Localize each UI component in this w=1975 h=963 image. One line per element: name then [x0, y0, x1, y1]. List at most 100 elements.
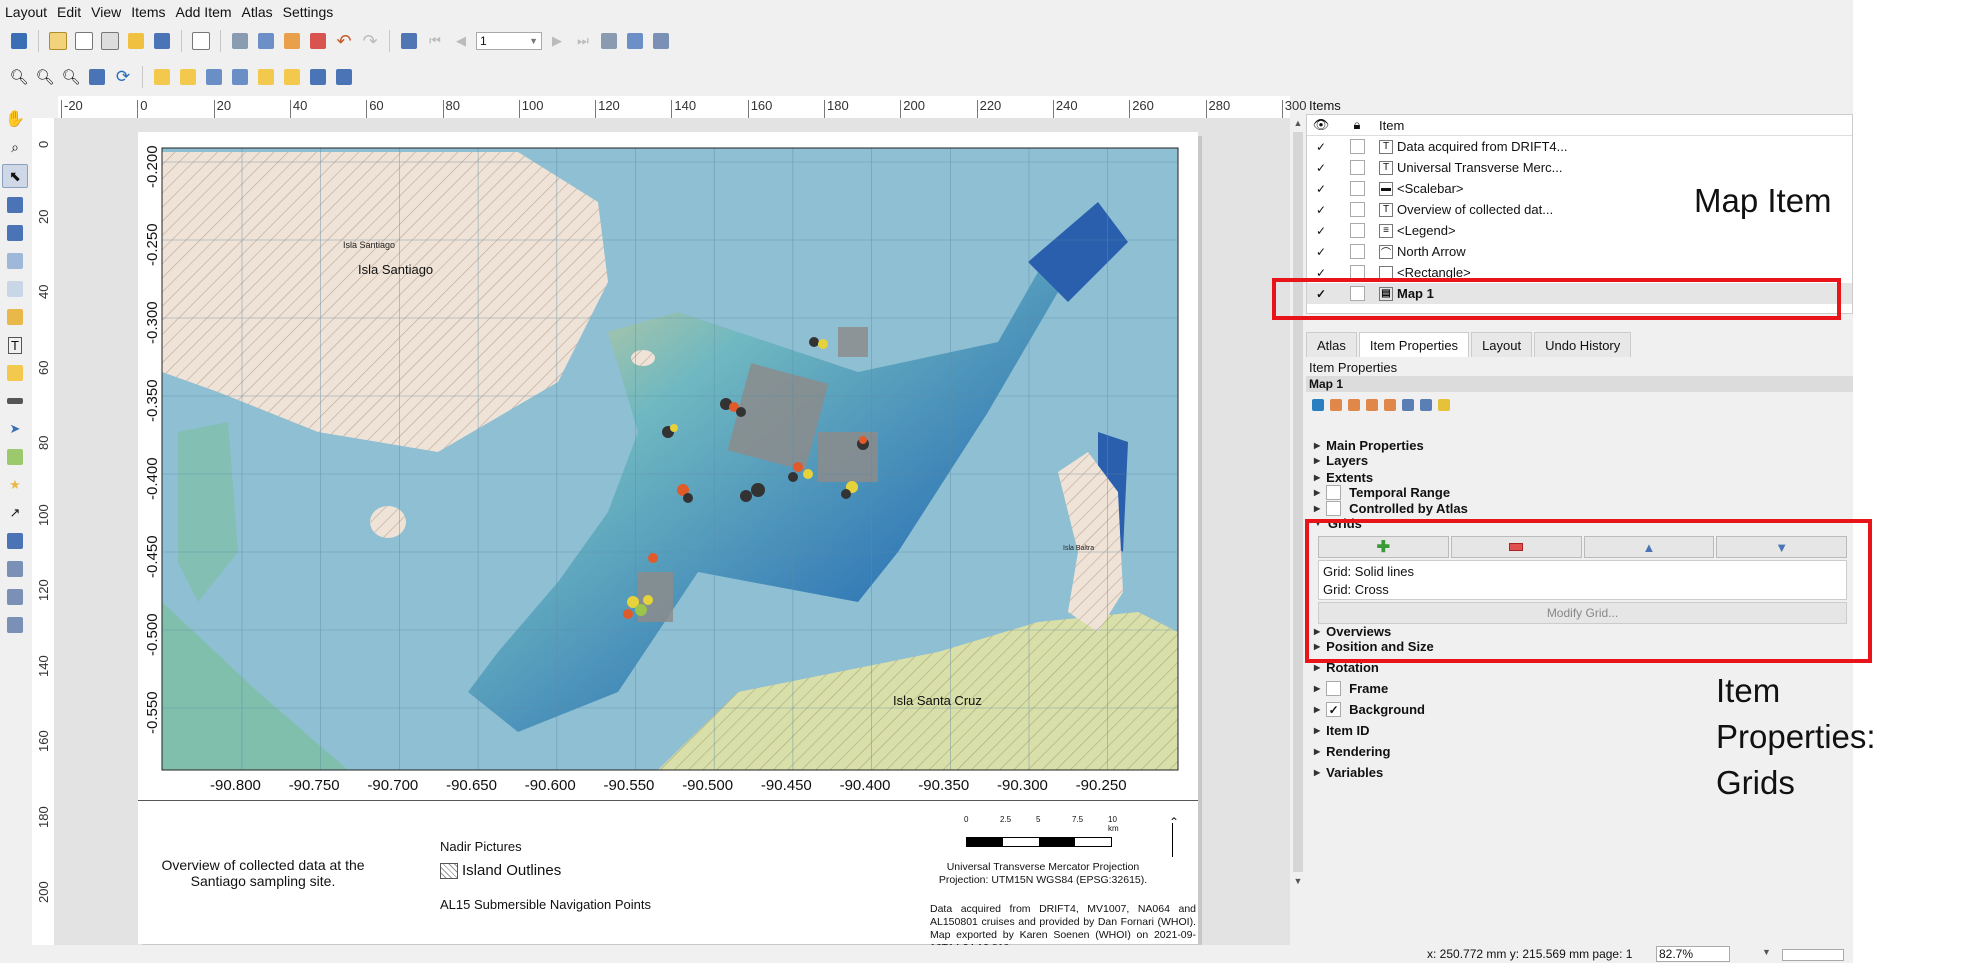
temporal-checkbox[interactable] — [1326, 485, 1342, 500]
layout-canvas[interactable]: Isla Santiago Isla Santiago Isla Baltra … — [54, 118, 1290, 954]
check-icon[interactable]: ✓ — [1315, 203, 1328, 216]
ungroup-icon[interactable] — [177, 66, 199, 88]
align-icon[interactable] — [281, 66, 303, 88]
lock-checkbox[interactable] — [1349, 244, 1365, 259]
add-3dmap-icon[interactable] — [3, 278, 27, 300]
item-row[interactable]: ✓ T Data acquired from DRIFT4... — [1307, 136, 1852, 157]
scroll-down-icon[interactable]: ▼ — [1290, 876, 1306, 886]
lock-checkbox[interactable] — [1349, 160, 1365, 175]
lock-toggle[interactable] — [1335, 160, 1379, 175]
zoom-full-icon[interactable] — [86, 66, 108, 88]
first-feature-icon[interactable]: ⏮ — [424, 30, 446, 52]
raise-icon[interactable] — [255, 66, 277, 88]
save-icon[interactable] — [8, 30, 30, 52]
add-attribute-table-icon[interactable] — [3, 586, 27, 608]
lock-toggle[interactable] — [1335, 202, 1379, 217]
layout-page[interactable]: Isla Santiago Isla Santiago Isla Baltra … — [138, 132, 1198, 954]
edit-nodes-icon[interactable] — [3, 222, 27, 244]
move-content-icon[interactable] — [3, 194, 27, 216]
zoom-content-icon[interactable] — [1420, 399, 1432, 411]
add-label-icon[interactable]: T — [3, 334, 27, 356]
redo-icon[interactable]: ↷ — [359, 30, 381, 52]
set-scale-icon[interactable] — [1366, 399, 1378, 411]
zoom-dropdown-icon[interactable]: ▼ — [1762, 947, 1771, 957]
add-html-icon[interactable] — [3, 558, 27, 580]
zoom-level[interactable]: 82.7% — [1656, 946, 1731, 962]
menu-atlas[interactable]: Atlas — [237, 4, 278, 20]
update-preview-icon[interactable] — [1312, 399, 1324, 411]
check-icon[interactable]: ✓ — [1315, 161, 1328, 174]
menu-settings[interactable]: Settings — [278, 4, 339, 20]
item-row[interactable]: ✓ ⌒ North Arrow — [1307, 241, 1852, 262]
refresh-icon[interactable]: ⟳ — [112, 66, 134, 88]
atlas-print-icon[interactable] — [598, 30, 620, 52]
add-scalebar-icon[interactable] — [3, 390, 27, 412]
item-column-header[interactable]: Item — [1379, 118, 1404, 133]
select-tool-icon[interactable]: ⬉ — [2, 164, 28, 188]
save-template-icon[interactable] — [151, 30, 173, 52]
add-arrow-icon[interactable]: ↗ — [3, 502, 27, 524]
check-icon[interactable]: ✓ — [1315, 140, 1328, 153]
menu-add-item[interactable]: Add Item — [171, 4, 237, 20]
check-icon[interactable]: ✓ — [1315, 245, 1328, 258]
add-fixed-table-icon[interactable] — [3, 614, 27, 636]
lock-header-icon[interactable]: 🔒︎ — [1335, 117, 1379, 133]
tab-atlas[interactable]: Atlas — [1306, 332, 1357, 357]
group-icon[interactable] — [151, 66, 173, 88]
export-pdf-icon[interactable] — [307, 30, 329, 52]
atlas-export-icon[interactable] — [624, 30, 646, 52]
zoom-in-icon[interactable]: 🔍︎ — [8, 66, 30, 88]
visibility-toggle[interactable]: ✓ — [1307, 203, 1335, 216]
add-pages-icon[interactable] — [190, 30, 212, 52]
background-checkbox[interactable]: ✓ — [1326, 702, 1342, 717]
move-content-icon[interactable] — [1402, 399, 1414, 411]
atlas-preview-icon[interactable] — [398, 30, 420, 52]
view-scale-icon[interactable] — [1384, 399, 1396, 411]
next-feature-icon[interactable]: ▶ — [546, 30, 568, 52]
section-frame[interactable]: ▶ Frame — [1314, 681, 1388, 696]
check-icon[interactable]: ✓ — [1315, 182, 1328, 195]
map-item[interactable]: Isla Santiago Isla Santiago Isla Baltra … — [138, 132, 1198, 800]
add-marker-icon[interactable]: ★ — [3, 474, 27, 496]
last-feature-icon[interactable]: ⏭ — [572, 30, 594, 52]
menu-items[interactable]: Items — [126, 4, 170, 20]
add-legend-icon[interactable] — [3, 362, 27, 384]
lock-checkbox[interactable] — [1349, 223, 1365, 238]
menu-view[interactable]: View — [86, 4, 126, 20]
layout-manager-icon[interactable] — [99, 30, 121, 52]
lock-toggle[interactable] — [1335, 181, 1379, 196]
section-layers[interactable]: ▶ Layers — [1314, 453, 1368, 468]
export-svg-icon[interactable] — [281, 30, 303, 52]
lock-checkbox[interactable] — [1349, 202, 1365, 217]
atlas-checkbox[interactable] — [1326, 501, 1342, 516]
section-extents[interactable]: ▶ Extents — [1314, 470, 1373, 485]
section-rendering[interactable]: ▶ Rendering — [1314, 744, 1390, 759]
lock-icon[interactable] — [203, 66, 225, 88]
section-controlled-by-atlas[interactable]: ▶ Controlled by Atlas — [1314, 501, 1468, 516]
undo-icon[interactable]: ↶ — [333, 30, 355, 52]
zoom-slider[interactable] — [1782, 949, 1844, 961]
section-variables[interactable]: ▶ Variables — [1314, 765, 1383, 780]
new-layout-icon[interactable] — [47, 30, 69, 52]
resize-icon[interactable] — [333, 66, 355, 88]
lock-toggle[interactable] — [1335, 244, 1379, 259]
zoom-tool-icon[interactable]: ⌕ — [3, 136, 27, 158]
prev-feature-icon[interactable]: ◀ — [450, 30, 472, 52]
set-extent-icon[interactable] — [1330, 399, 1342, 411]
scroll-up-icon[interactable]: ▲ — [1290, 118, 1306, 128]
lock-toggle[interactable] — [1335, 223, 1379, 238]
visibility-toggle[interactable]: ✓ — [1307, 161, 1335, 174]
section-background[interactable]: ▶ ✓ Background — [1314, 702, 1425, 717]
add-map-icon[interactable] — [3, 250, 27, 272]
print-icon[interactable] — [229, 30, 251, 52]
lock-checkbox[interactable] — [1349, 139, 1365, 154]
tab-undo-history[interactable]: Undo History — [1534, 332, 1632, 357]
add-node-icon[interactable] — [3, 530, 27, 552]
unlock-icon[interactable] — [229, 66, 251, 88]
duplicate-layout-icon[interactable] — [73, 30, 95, 52]
visibility-header-icon[interactable]: 👁︎ — [1307, 117, 1335, 133]
item-row[interactable]: ✓ T Universal Transverse Merc... — [1307, 157, 1852, 178]
open-template-icon[interactable] — [125, 30, 147, 52]
frame-checkbox[interactable] — [1326, 681, 1342, 696]
add-shape-icon[interactable] — [3, 446, 27, 468]
